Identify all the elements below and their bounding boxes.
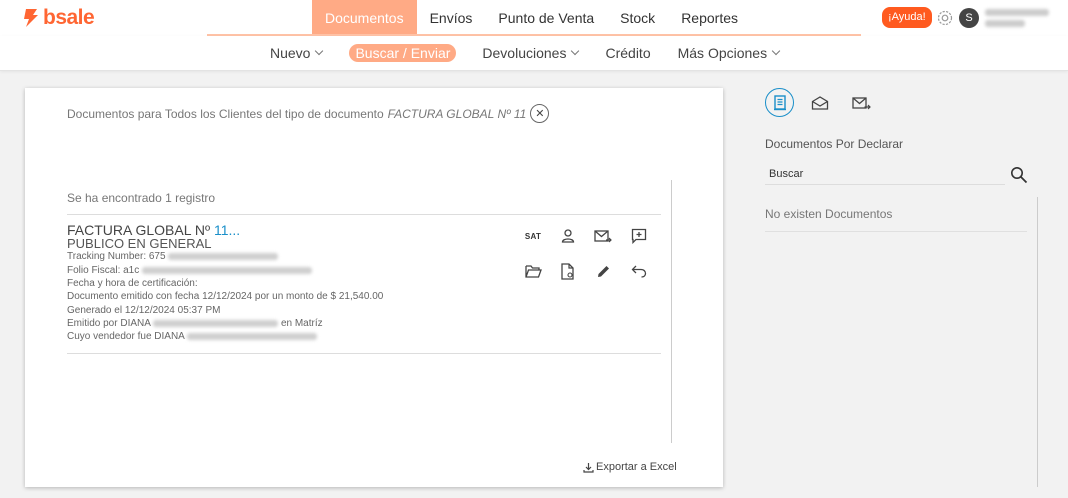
download-icon [583, 462, 594, 473]
close-icon[interactable]: ✕ [530, 104, 550, 123]
sub-nav: Nuevo Buscar / Enviar Devoluciones Crédi… [270, 36, 806, 70]
seller-prefix: Cuyo vendedor fue DIANA [67, 331, 185, 342]
sub-bar: Nuevo Buscar / Enviar Devoluciones Crédi… [0, 36, 1068, 71]
nav-punto-de-venta[interactable]: Punto de Venta [485, 0, 607, 36]
search-icon[interactable] [1010, 166, 1028, 189]
send-mail-icon[interactable] [593, 226, 613, 246]
search-input[interactable]: Buscar [765, 164, 1005, 185]
document-settings-icon[interactable] [558, 261, 578, 281]
folder-open-icon[interactable] [523, 261, 543, 281]
seller-name-redacted [187, 332, 318, 340]
undo-icon[interactable] [629, 261, 649, 281]
tracking-number-label: Tracking Number: 675 [67, 251, 166, 262]
main-nav: Documentos Envíos Punto de Venta Stock R… [312, 0, 751, 36]
generated-info: Generado el 12/12/2024 05:37 PM [67, 305, 221, 316]
card-title: Documentos para Todos los Clientes del t… [67, 104, 550, 123]
subnav-nuevo[interactable]: Nuevo [270, 45, 324, 61]
vertical-divider [1037, 197, 1038, 487]
results-card: Documentos para Todos los Clientes del t… [25, 88, 723, 487]
help-button[interactable]: ¡Ayuda! [882, 7, 932, 28]
gear-icon[interactable] [935, 8, 955, 28]
divider [67, 353, 661, 354]
export-excel-label: Exportar a Excel [596, 461, 677, 473]
nav-envios[interactable]: Envíos [417, 0, 486, 36]
certification-date: Fecha y hora de certificación: [67, 278, 198, 289]
add-comment-icon[interactable] [629, 226, 649, 246]
folio-fiscal-redacted [142, 266, 313, 274]
pending-documents-title: Documentos Por Declarar [765, 137, 904, 151]
bsale-logo[interactable]: bsale [22, 6, 95, 29]
subnav-mas-opciones[interactable]: Más Opciones [677, 45, 781, 61]
subnav-buscar-enviar-label: Buscar / Enviar [355, 45, 451, 61]
divider [765, 231, 1027, 232]
document-client: PUBLICO EN GENERAL [67, 236, 212, 251]
subnav-devoluciones-label: Devoluciones [482, 45, 567, 61]
user-name-redacted[interactable] [985, 9, 1049, 16]
emitted-by-redacted [153, 319, 279, 327]
emitted-by: Emitido por DIANA en Matríz [67, 318, 323, 329]
sat-icon[interactable]: SAT [523, 226, 543, 246]
top-bar: bsale Documentos Envíos Punto de Venta S… [0, 0, 1068, 36]
subnav-nuevo-label: Nuevo [270, 45, 311, 61]
document-number[interactable]: 11... [214, 222, 240, 238]
document-list-icon[interactable] [765, 88, 794, 117]
user-icon[interactable] [558, 226, 578, 246]
subnav-mas-opciones-label: Más Opciones [677, 45, 768, 61]
tracking-number: Tracking Number: 675 [67, 251, 279, 262]
chevron-down-icon [315, 46, 324, 56]
seller-info: Cuyo vendedor fue DIANA [67, 331, 318, 342]
chevron-down-icon [571, 46, 580, 56]
vertical-divider [671, 180, 672, 443]
user-company-redacted[interactable] [985, 20, 1025, 27]
chevron-down-icon [771, 46, 781, 56]
tracking-number-redacted [168, 252, 279, 260]
sat-label: SAT [524, 231, 542, 241]
subnav-devoluciones[interactable]: Devoluciones [482, 45, 580, 61]
nav-reportes[interactable]: Reportes [668, 0, 751, 36]
brand-name: bsale [43, 6, 95, 29]
send-mail-icon[interactable] [850, 92, 872, 114]
folio-fiscal-label: Folio Fiscal: a1c [67, 265, 140, 276]
emitted-by-prefix: Emitido por DIANA [67, 318, 151, 329]
mail-open-icon[interactable] [809, 92, 831, 114]
doc-type-filter: FACTURA GLOBAL Nº 11 [387, 106, 527, 121]
emitted-by-suffix: en Matríz [280, 318, 323, 329]
folio-fiscal: Folio Fiscal: a1c [67, 265, 313, 276]
card-title-prefix: Documentos para Todos los Clientes del t… [67, 106, 384, 121]
nav-stock[interactable]: Stock [607, 0, 668, 36]
emission-info: Documento emitido con fecha 12/12/2024 p… [67, 291, 384, 302]
empty-state: No existen Documentos [765, 207, 893, 221]
export-excel-button[interactable]: Exportar a Excel [583, 461, 677, 473]
subnav-credito[interactable]: Crédito [605, 45, 650, 61]
nav-documentos[interactable]: Documentos [312, 0, 417, 36]
records-found: Se ha encontrado 1 registro [67, 191, 216, 205]
bsale-logo-icon [24, 9, 38, 27]
avatar[interactable]: S [959, 8, 979, 28]
edit-icon[interactable] [593, 261, 613, 281]
subnav-credito-label: Crédito [605, 45, 651, 61]
subnav-buscar-enviar[interactable]: Buscar / Enviar [349, 44, 457, 62]
divider [67, 214, 661, 215]
